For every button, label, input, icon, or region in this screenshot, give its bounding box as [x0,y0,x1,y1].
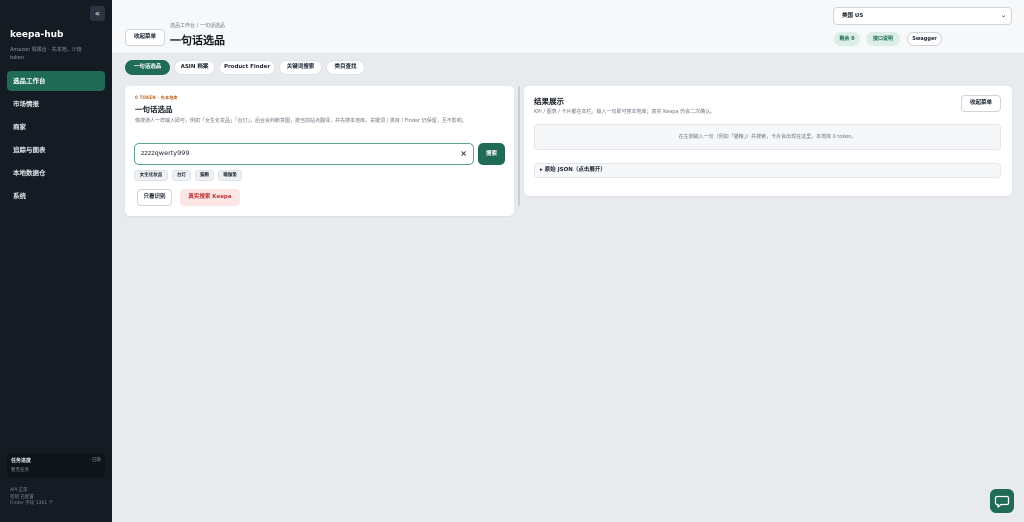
brand-subtitle: Amazon 情报台 · 先本地，少烧 token [10,47,82,61]
results-card: 结果展示 KPI / 图表 / 卡片都在本栏。输入一句即可搜本地库；真实 Kee… [524,86,1012,196]
panel-splitter[interactable] [518,86,520,206]
task-progress-empty: 暂无任务 [11,468,29,473]
sidebar: « keepa-hub Amazon 情报台 · 先本地，少烧 token 选品… [0,0,112,522]
sidebar-item-sellers[interactable]: 商家 [7,117,105,137]
sidebar-item-tracking[interactable]: 追踪与图表 [7,140,105,160]
page-title: 一句话选品 [170,34,225,47]
results-collapse-button[interactable]: 收起菜单 [961,95,1001,112]
task-progress-hide[interactable]: 已隐 [92,457,101,463]
chat-button[interactable] [990,489,1014,513]
collapse-menu-button[interactable]: 收起菜单 [125,29,165,46]
token-eyebrow: 0 TOKEN · 先本地库 [135,95,178,100]
chat-icon [994,495,1010,508]
chevron-down-icon: ⌄ [1000,12,1006,19]
chip-yoga-mat[interactable]: 瑜伽垫 [218,170,242,181]
raw-json-toggle[interactable]: ▸ 原始 JSON（点击展开） [534,163,1001,178]
tab-one-sentence[interactable]: 一句话选品 [125,60,170,75]
finder-status: Finder 字段 1361 个 [10,501,54,506]
results-empty-state: 在左侧输入一句（例如「猫粮」）并搜索，卡片会出现在这里。本地库 0 token。 [534,124,1001,150]
sidebar-item-workbench[interactable]: 选品工作台 [7,71,105,91]
tab-asin-profile[interactable]: ASIN 档案 [174,60,215,75]
remaining-badge: 剩余 0 [834,32,860,46]
swagger-button[interactable]: Swagger [907,32,942,46]
results-title: 结果展示 [534,97,564,106]
api-docs-badge[interactable]: 接口说明 [866,32,900,46]
chip-cosmetics[interactable]: 女生化妆品 [134,170,168,181]
tab-product-finder[interactable]: Product Finder [219,60,275,75]
search-button[interactable]: 搜索 [478,143,505,165]
region-select[interactable]: 美国 US ⌄ [833,7,1012,25]
collapse-sidebar-icon[interactable]: « [90,6,105,21]
query-input[interactable]: zzzzqwerty999 × [134,143,474,165]
task-progress-title: 任务进度 [11,458,32,464]
chip-desk-lamp[interactable]: 台灯 [172,170,191,181]
clear-icon[interactable]: × [460,144,467,163]
query-card-title: 一句话选品 [135,105,173,114]
recognize-only-button[interactable]: 只看识别 [137,189,172,206]
tab-keyword-search[interactable]: 关键词搜索 [279,60,322,75]
breadcrumb: 选品工作台 / 一句话选品 [170,23,225,29]
sidebar-nav: 选品工作台 市场情报 商家 追踪与图表 本地数据仓 系统 [7,71,105,209]
query-card: 0 TOKEN · 先本地库 一句话选品 像搜通人一样输入即可，例如「女生化妆品… [125,86,514,216]
brand-title: keepa-hub [10,30,64,40]
header: 收起菜单 选品工作台 / 一句话选品 一句话选品 美国 US ⌄ 剩余 0 接口… [112,0,1024,54]
results-description: KPI / 图表 / 卡片都在本栏。输入一句即可搜本地库；真实 Keepa 仍会… [534,109,716,115]
chip-cat-food[interactable]: 猫粮 [195,170,214,181]
query-card-description: 像搜通人一样输入即可，例如「女生化妆品」「台灯」，后台会判断意图，按当前站点翻译… [135,118,467,124]
status-lines: API 正常 密钥 已配置 Finder 字段 1361 个 [10,488,53,508]
sidebar-item-system[interactable]: 系统 [7,186,105,206]
sidebar-item-market[interactable]: 市场情报 [7,94,105,114]
query-input-value: zzzzqwerty999 [141,149,190,157]
sidebar-item-local-data[interactable]: 本地数据仓 [7,163,105,183]
tab-category-lookup[interactable]: 类目查找 [326,60,365,75]
region-select-value: 美国 US [842,13,864,19]
task-progress-panel: 任务进度 已隐 暂无任务 [7,453,105,477]
real-keepa-search-button[interactable]: 真实搜索 Keepa [180,189,240,206]
